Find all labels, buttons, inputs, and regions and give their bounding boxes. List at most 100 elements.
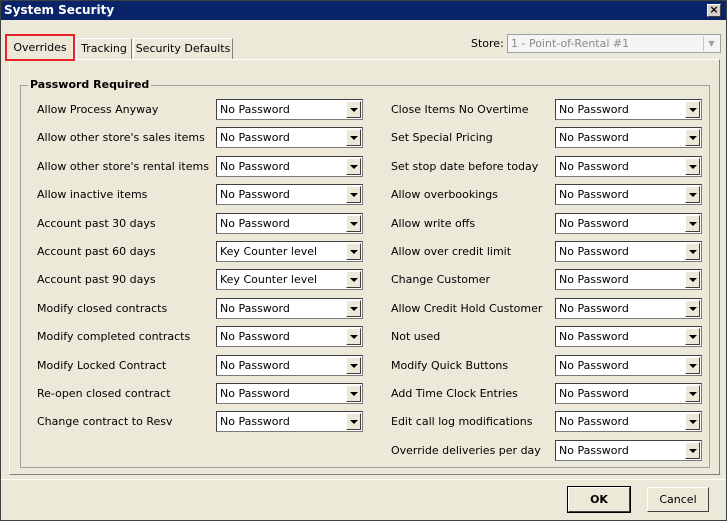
chevron-down-icon[interactable]	[346, 357, 361, 374]
tab-tracking[interactable]: Tracking	[76, 38, 132, 59]
chevron-down-icon[interactable]	[685, 271, 700, 288]
chevron-down-icon: ▼	[703, 36, 719, 51]
select-value: No Password	[220, 131, 290, 144]
label-allow-other-store-s-sales-items: Allow other store's sales items	[37, 131, 205, 144]
select-allow-overbookings[interactable]: No Password	[555, 184, 702, 205]
chevron-down-icon[interactable]	[685, 385, 700, 402]
select-set-stop-date-before-today[interactable]: No Password	[555, 156, 702, 177]
select-allow-other-store-s-sales-items[interactable]: No Password	[216, 127, 363, 148]
label-change-customer: Change Customer	[391, 273, 491, 286]
select-not-used[interactable]: No Password	[555, 326, 702, 347]
label-not-used: Not used	[391, 330, 441, 343]
ok-button[interactable]: OK	[567, 486, 631, 513]
chevron-down-icon[interactable]	[685, 186, 700, 203]
label-modify-completed-contracts: Modify completed contracts	[37, 330, 191, 343]
select-modify-locked-contract[interactable]: No Password	[216, 355, 363, 376]
chevron-down-icon[interactable]	[346, 158, 361, 175]
chevron-down-icon[interactable]	[346, 215, 361, 232]
label-allow-process-anyway: Allow Process Anyway	[37, 103, 159, 116]
select-value: No Password	[559, 359, 629, 372]
select-override-deliveries-per-day[interactable]: No Password	[555, 440, 702, 461]
select-value: No Password	[559, 444, 629, 457]
select-value: No Password	[220, 160, 290, 173]
select-close-items-no-overtime[interactable]: No Password	[555, 99, 702, 120]
select-value: No Password	[220, 103, 290, 116]
cancel-button[interactable]: Cancel	[647, 487, 709, 512]
chevron-down-icon[interactable]	[346, 300, 361, 317]
chevron-down-icon[interactable]	[685, 129, 700, 146]
chevron-down-icon[interactable]	[346, 101, 361, 118]
chevron-down-icon[interactable]	[685, 328, 700, 345]
chevron-down-icon[interactable]	[685, 215, 700, 232]
label-account-past-90-days: Account past 90 days	[37, 273, 156, 286]
chevron-down-icon[interactable]	[685, 300, 700, 317]
select-change-contract-to-resv[interactable]: No Password	[216, 411, 363, 432]
select-account-past-30-days[interactable]: No Password	[216, 213, 363, 234]
store-label: Store:	[471, 37, 504, 50]
select-allow-over-credit-limit[interactable]: No Password	[555, 241, 702, 262]
select-value: No Password	[220, 387, 290, 400]
chevron-down-icon[interactable]	[346, 129, 361, 146]
select-value: No Password	[559, 131, 629, 144]
select-value: No Password	[220, 359, 290, 372]
select-modify-completed-contracts[interactable]: No Password	[216, 326, 363, 347]
chevron-down-icon[interactable]	[346, 385, 361, 402]
select-value: No Password	[559, 273, 629, 286]
label-add-time-clock-entries: Add Time Clock Entries	[391, 387, 518, 400]
select-value: No Password	[559, 160, 629, 173]
label-allow-overbookings: Allow overbookings	[391, 188, 498, 201]
chevron-down-icon[interactable]	[685, 243, 700, 260]
tab-overrides[interactable]: Overrides	[5, 34, 75, 61]
select-edit-call-log-modifications[interactable]: No Password	[555, 411, 702, 432]
chevron-down-icon[interactable]	[346, 328, 361, 345]
label-account-past-30-days: Account past 30 days	[37, 217, 156, 230]
chevron-down-icon[interactable]	[346, 271, 361, 288]
select-value: Key Counter level	[220, 245, 318, 258]
label-set-special-pricing: Set Special Pricing	[391, 131, 493, 144]
label-re-open-closed-contract: Re-open closed contract	[37, 387, 171, 400]
label-override-deliveries-per-day: Override deliveries per day	[391, 444, 541, 457]
chevron-down-icon[interactable]	[346, 413, 361, 430]
select-value: No Password	[559, 217, 629, 230]
system-security-dialog: System Security × Overrides Tracking Sec…	[0, 0, 727, 521]
label-allow-other-store-s-rental-items: Allow other store's rental items	[37, 160, 209, 173]
select-re-open-closed-contract[interactable]: No Password	[216, 383, 363, 404]
select-value: No Password	[220, 188, 290, 201]
chevron-down-icon[interactable]	[346, 243, 361, 260]
select-value: No Password	[220, 217, 290, 230]
label-allow-inactive-items: Allow inactive items	[37, 188, 148, 201]
select-value: No Password	[559, 302, 629, 315]
select-value: No Password	[559, 387, 629, 400]
select-account-past-90-days[interactable]: Key Counter level	[216, 269, 363, 290]
chevron-down-icon[interactable]	[346, 186, 361, 203]
select-allow-write-offs[interactable]: No Password	[555, 213, 702, 234]
select-allow-inactive-items[interactable]: No Password	[216, 184, 363, 205]
label-allow-write-offs: Allow write offs	[391, 217, 476, 230]
title-bar[interactable]: System Security ×	[1, 1, 726, 20]
chevron-down-icon[interactable]	[685, 158, 700, 175]
chevron-down-icon[interactable]	[685, 357, 700, 374]
select-account-past-60-days[interactable]: Key Counter level	[216, 241, 363, 262]
select-change-customer[interactable]: No Password	[555, 269, 702, 290]
select-value: Key Counter level	[220, 273, 318, 286]
chevron-down-icon[interactable]	[685, 413, 700, 430]
label-change-contract-to-resv: Change contract to Resv	[37, 415, 173, 428]
select-value: No Password	[559, 415, 629, 428]
select-modify-quick-buttons[interactable]: No Password	[555, 355, 702, 376]
select-allow-process-anyway[interactable]: No Password	[216, 99, 363, 120]
select-set-special-pricing[interactable]: No Password	[555, 127, 702, 148]
label-close-items-no-overtime: Close Items No Overtime	[391, 103, 529, 116]
chevron-down-icon[interactable]	[685, 442, 700, 459]
window-title: System Security	[4, 3, 115, 17]
select-modify-closed-contracts[interactable]: No Password	[216, 298, 363, 319]
store-value: 1 - Point-of-Rental #1	[511, 37, 630, 50]
chevron-down-icon[interactable]	[685, 101, 700, 118]
tab-security-defaults[interactable]: Security Defaults	[133, 38, 233, 59]
select-add-time-clock-entries[interactable]: No Password	[555, 383, 702, 404]
select-allow-credit-hold-customer[interactable]: No Password	[555, 298, 702, 319]
select-allow-other-store-s-rental-items[interactable]: No Password	[216, 156, 363, 177]
label-allow-credit-hold-customer: Allow Credit Hold Customer	[391, 302, 543, 315]
close-icon[interactable]: ×	[707, 4, 721, 17]
label-account-past-60-days: Account past 60 days	[37, 245, 156, 258]
select-value: No Password	[220, 302, 290, 315]
